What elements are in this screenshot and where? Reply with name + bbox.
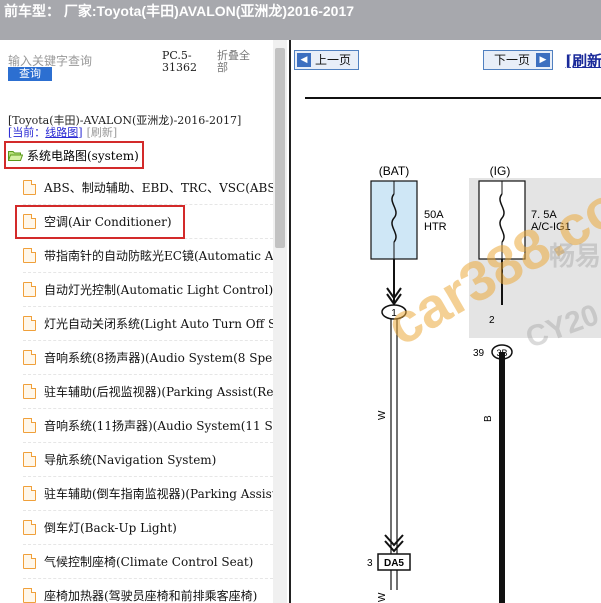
- list-item-label: 带指南针的自动防眩光EC镜(Automatic Anti-Glare EC Mi…: [44, 249, 273, 263]
- arrow-left-icon: ◀: [297, 53, 311, 67]
- document-icon: [23, 520, 36, 535]
- list-item[interactable]: 驻车辅助(倒车指南监视器)(Parking Assist(Back Guide …: [23, 477, 273, 511]
- pin-39: 39: [473, 348, 485, 359]
- document-icon: [23, 316, 36, 331]
- conn-da5-label: DA5: [384, 558, 404, 569]
- list-item-label: 驻车辅助(后视监视器)(Parking Assist(Rear View Mon…: [44, 385, 273, 399]
- document-icon: [23, 452, 36, 467]
- document-icon: [23, 384, 36, 399]
- bat-label: (BAT): [379, 164, 409, 178]
- document-icon: [23, 248, 36, 263]
- collapse-all-link[interactable]: 折叠全部: [217, 50, 251, 74]
- next-page-button[interactable]: 下一页 ▶: [483, 50, 553, 70]
- viewer-refresh-link[interactable]: [刷新: [565, 50, 601, 71]
- wire-b-label: B: [483, 415, 494, 422]
- ig-label: (IG): [490, 164, 511, 178]
- document-icon: [23, 588, 36, 603]
- document-icon: [23, 418, 36, 433]
- fuse-acig1-name: A/C-IG1: [531, 221, 571, 233]
- list-item[interactable]: 导航系统(Navigation System): [23, 443, 273, 477]
- left-scrollbar[interactable]: [273, 40, 287, 603]
- window-title: 前车型： 厂家:Toyota(丰田)AVALON(亚洲龙)2016-2017: [4, 3, 355, 19]
- list-item[interactable]: 驻车辅助(后视监视器)(Parking Assist(Rear View Mon…: [23, 375, 273, 409]
- current-label: [当前：: [8, 126, 46, 139]
- list-item[interactable]: 灯光自动关闭系统(Light Auto Turn Off System): [23, 307, 273, 341]
- list-item-label: 驻车辅助(倒车指南监视器)(Parking Assist(Back Guide …: [44, 487, 273, 501]
- list-item[interactable]: 带指南针的自动防眩光EC镜(Automatic Anti-Glare EC Mi…: [23, 239, 273, 273]
- list-item-label: 倒车灯(Back-Up Light): [44, 521, 177, 535]
- wiring-diagram: (BAT) (IG) 50A HTR 7. 5A A/C-IG1 1 2 39 …: [305, 97, 601, 603]
- list-item-label: 音响系统(11扬声器)(Audio System(11 Speakers)): [44, 419, 273, 433]
- list-item-label: ABS、制动辅助、EBD、TRC、VSC(ABS/BA/EBD/TRC/VSC): [44, 181, 273, 195]
- list-item[interactable]: 自动灯光控制(Automatic Light Control): [23, 273, 273, 307]
- list-item[interactable]: ABS、制动辅助、EBD、TRC、VSC(ABS/BA/EBD/TRC/VSC): [23, 171, 273, 205]
- list-item-label: 音响系统(8扬声器)(Audio System(8 Speakers)): [44, 351, 273, 365]
- arrow-right-icon: ▶: [536, 53, 550, 67]
- pin-3: 3: [367, 558, 373, 569]
- scrollbar-thumb[interactable]: [275, 48, 285, 248]
- pin-1: 1: [391, 308, 397, 319]
- prev-page-label: 上一页: [315, 53, 352, 67]
- list-item[interactable]: 座椅加热器(驾驶员座椅和前排乘客座椅): [23, 579, 273, 603]
- fuse-acig1-amp: 7. 5A: [531, 209, 557, 221]
- list-item-label: 灯光自动关闭系统(Light Auto Turn Off System): [44, 317, 273, 331]
- wire-w-label-1: W: [377, 410, 388, 420]
- diagram-viewer: ◀ 上一页 下一页 ▶ [刷新 (BAT) (IG) 50A HTR 7. 5A…: [289, 40, 601, 603]
- pin-2: 2: [489, 315, 495, 326]
- list-item-label: 自动灯光控制(Automatic Light Control): [44, 283, 273, 297]
- refresh-link[interactable]: [刷新]: [87, 126, 118, 139]
- current-path-link[interactable]: 线路图: [45, 126, 78, 139]
- list-item[interactable]: 音响系统(11扬声器)(Audio System(11 Speakers)): [23, 409, 273, 443]
- title-bar: 前车型： 厂家:Toyota(丰田)AVALON(亚洲龙)2016-2017: [0, 0, 601, 40]
- current-close: ]: [78, 126, 83, 139]
- selected-item-highlight: [15, 205, 185, 239]
- tree-root-system[interactable]: 系统电路图(system): [4, 141, 144, 169]
- list-item[interactable]: 音响系统(8扬声器)(Audio System(8 Speakers)): [23, 341, 273, 375]
- left-panel: 输入关键字查询 查询 PC.5-31362 折叠全部 [Toyota(丰田)-A…: [0, 40, 287, 603]
- document-icon: [23, 486, 36, 501]
- document-icon: [23, 180, 36, 195]
- document-icon: [23, 350, 36, 365]
- folder-open-icon: [8, 150, 23, 161]
- document-icon: [23, 282, 36, 297]
- list-item-label: 导航系统(Navigation System): [44, 453, 217, 467]
- wire-w-label-2: W: [377, 592, 388, 602]
- search-button[interactable]: 查询: [8, 67, 52, 81]
- list-item[interactable]: 气候控制座椅(Climate Control Seat): [23, 545, 273, 579]
- list-item-label: 气候控制座椅(Climate Control Seat): [44, 555, 254, 569]
- current-location: [当前：线路图] [刷新]: [8, 124, 117, 140]
- document-icon: [23, 554, 36, 569]
- tree-root-label: 系统电路图(system): [27, 148, 139, 163]
- next-page-label: 下一页: [494, 53, 531, 67]
- list-item[interactable]: 倒车灯(Back-Up Light): [23, 511, 273, 545]
- list-item-label: 座椅加热器(驾驶员座椅和前排乘客座椅): [44, 589, 258, 603]
- fuse-htr-name: HTR: [424, 221, 447, 233]
- prev-page-button[interactable]: ◀ 上一页: [294, 50, 359, 70]
- fuse-htr-amp: 50A: [424, 209, 444, 221]
- pc-number: PC.5-31362: [162, 49, 197, 74]
